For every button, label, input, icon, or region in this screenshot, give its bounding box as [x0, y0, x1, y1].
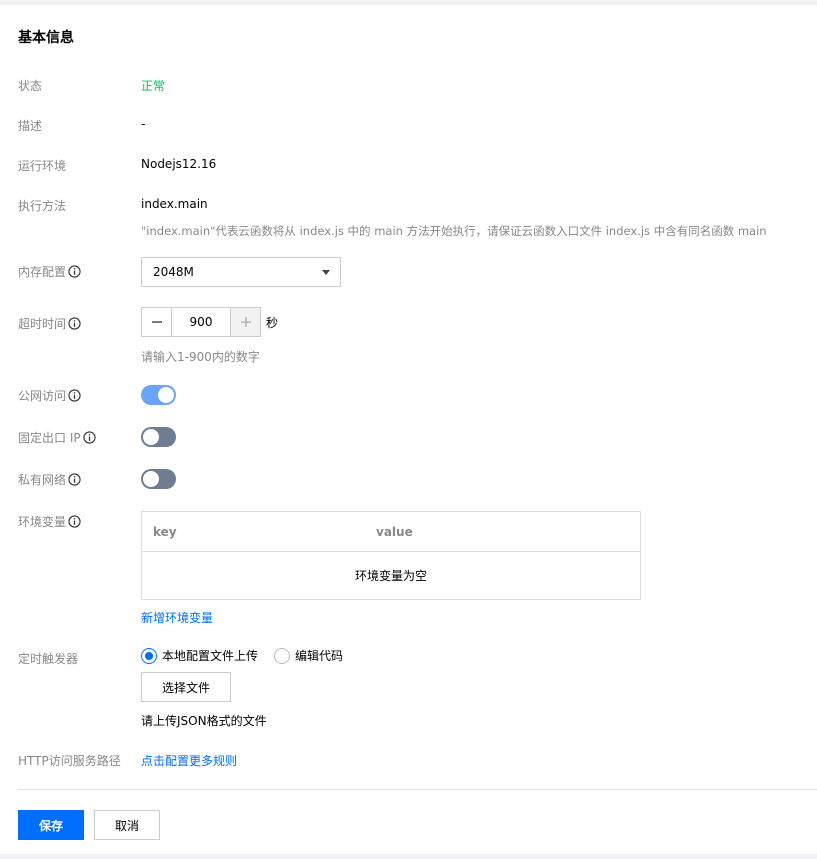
status-value: 正常	[141, 79, 166, 93]
description-value: -	[141, 117, 146, 131]
info-icon[interactable]	[68, 265, 81, 278]
increment-button[interactable]	[230, 307, 261, 337]
private-network-toggle[interactable]	[141, 469, 176, 489]
radio-label: 编辑代码	[295, 649, 344, 663]
radio-label: 本地配置文件上传	[162, 649, 259, 663]
env-vars-table-header: key value	[142, 512, 640, 552]
decrement-button[interactable]	[141, 307, 172, 337]
choose-file-button[interactable]: 选择文件	[141, 672, 231, 702]
timeout-label: 超时时间	[18, 317, 67, 331]
info-icon[interactable]	[68, 515, 81, 528]
minus-icon	[151, 321, 162, 323]
http-path-label: HTTP访问服务路径	[18, 754, 121, 768]
runtime-label: 运行环境	[18, 159, 67, 173]
timer-trigger-label: 定时触发器	[18, 652, 79, 666]
fixed-ip-label: 固定出口 IP	[18, 431, 81, 445]
runtime-value: Nodejs12.16	[141, 157, 217, 171]
handler-label: 执行方法	[18, 199, 67, 213]
description-label: 描述	[18, 119, 43, 133]
env-vars-label-row: 环境变量	[18, 513, 81, 530]
timeout-hint: 请输入1-900内的数字	[141, 350, 260, 364]
column-header-key: key	[153, 525, 177, 539]
public-access-label: 公网访问	[18, 389, 67, 403]
timeout-stepper: 900	[141, 307, 261, 337]
divider	[18, 789, 817, 790]
radio-unchecked-icon	[274, 647, 291, 664]
handler-value: index.main	[141, 197, 208, 211]
timer-trigger-hint: 请上传JSON格式的文件	[141, 714, 267, 728]
radio-local-config-upload[interactable]: 本地配置文件上传	[141, 647, 258, 664]
timer-trigger-radio-group: 本地配置文件上传 编辑代码	[141, 647, 359, 664]
plus-icon	[240, 317, 251, 327]
caret-down-icon	[322, 270, 330, 275]
memory-label: 内存配置	[18, 265, 67, 279]
toggle-knob	[143, 471, 159, 487]
memory-selected-value: 2048M	[153, 265, 194, 279]
fixed-ip-toggle[interactable]	[141, 427, 176, 447]
env-vars-empty-text: 环境变量为空	[354, 569, 427, 583]
add-env-var-link[interactable]: 新增环境变量	[141, 609, 213, 626]
toggle-knob	[158, 387, 174, 403]
radio-edit-code[interactable]: 编辑代码	[274, 647, 343, 664]
timeout-unit: 秒	[266, 316, 279, 330]
column-header-value: value	[376, 525, 413, 539]
info-icon[interactable]	[68, 317, 81, 330]
status-label: 状态	[18, 79, 43, 93]
private-network-label-row: 私有网络	[18, 471, 81, 488]
info-icon[interactable]	[68, 389, 81, 402]
fixed-ip-label-row: 固定出口 IP	[18, 429, 96, 446]
basic-info-card: 基本信息 状态 正常 描述 - 运行环境 Nodejs12.16 执行方法 in…	[0, 5, 817, 854]
info-icon[interactable]	[82, 431, 96, 444]
handler-hint: "index.main"代表云函数将从 index.js 中的 main 方法开…	[141, 224, 767, 238]
save-button[interactable]: 保存	[18, 810, 84, 840]
timeout-label-row: 超时时间	[18, 315, 81, 332]
info-icon[interactable]	[68, 473, 81, 486]
toggle-knob	[143, 429, 159, 445]
env-vars-table: key value 环境变量为空	[141, 511, 641, 600]
cancel-button[interactable]: 取消	[94, 810, 160, 840]
configure-rules-link[interactable]: 点击配置更多规则	[141, 752, 237, 769]
public-access-toggle[interactable]	[141, 385, 176, 405]
public-access-label-row: 公网访问	[18, 387, 81, 404]
private-network-label: 私有网络	[18, 473, 67, 487]
radio-checked-icon	[141, 647, 157, 664]
memory-label-row: 内存配置	[18, 263, 81, 280]
memory-select[interactable]: 2048M	[141, 257, 341, 287]
section-title: 基本信息	[18, 30, 74, 46]
timeout-input[interactable]: 900	[172, 307, 230, 337]
env-vars-label: 环境变量	[18, 515, 67, 529]
